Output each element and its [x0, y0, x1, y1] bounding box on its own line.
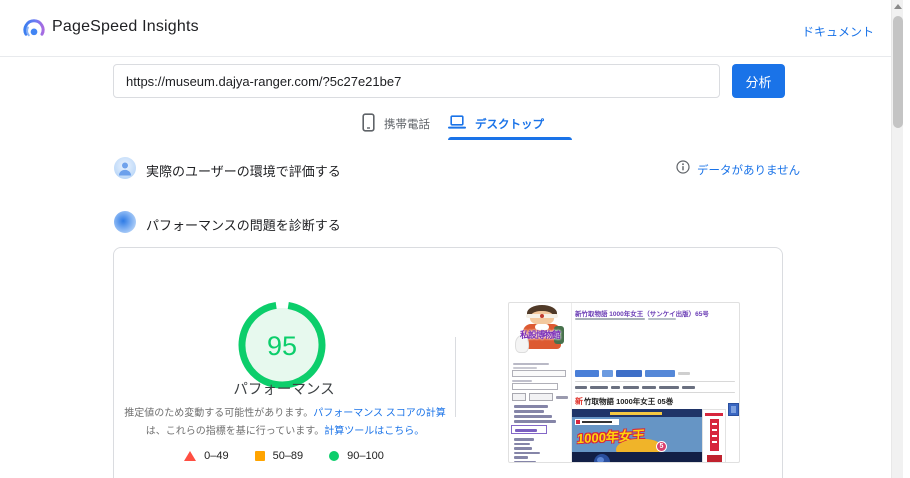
share-button[interactable] — [602, 370, 613, 377]
legend-range-pass: 90–100 — [347, 450, 384, 462]
tag-line — [659, 386, 679, 389]
no-data-link[interactable]: データがありません — [697, 162, 800, 178]
text-line — [512, 380, 532, 382]
tab-desktop-underline — [448, 137, 572, 140]
smartphone-icon — [362, 113, 375, 135]
legend-item-fail: 0–49 — [184, 450, 229, 462]
score-disclaimer: 推定値のため変動する可能性があります。パフォーマンス スコアの計算は、これらの指… — [122, 405, 448, 440]
scrollbar[interactable] — [891, 0, 903, 478]
share-button[interactable] — [645, 370, 675, 377]
share-count — [678, 372, 690, 375]
orange-square-icon — [254, 451, 265, 461]
content-divider — [575, 381, 735, 382]
text-line — [513, 366, 537, 369]
sidebar-link-line — [514, 447, 532, 450]
tag-line — [611, 386, 620, 389]
sidebar-link-line — [514, 442, 530, 445]
performance-label: パフォーマンス — [233, 382, 335, 398]
desktop-icon — [448, 115, 466, 133]
comic-spine-image — [702, 409, 726, 462]
cover-volume-badge: 5 — [656, 441, 667, 452]
score-calc-link[interactable]: パフォーマンス スコアの計算 — [313, 408, 446, 419]
post-heading-text: 竹取物語 1000年女王 05巻 — [584, 397, 674, 406]
sidebar-link-line — [514, 438, 534, 441]
breadcrumb-line — [648, 318, 676, 320]
disclaimer-text-1: 推定値のため変動する可能性があります。 — [124, 408, 314, 419]
zoom-stamp-icon — [728, 403, 739, 416]
scrollbar-up-arrow[interactable] — [894, 4, 902, 9]
sidebar-link-line — [514, 456, 528, 459]
green-circle-icon — [329, 451, 340, 461]
tab-desktop[interactable]: デスクトップ — [448, 110, 544, 138]
analyze-button[interactable]: 分析 — [732, 64, 785, 98]
sidebar-link-line — [514, 415, 552, 418]
tab-mobile[interactable]: 携帯電話 — [362, 110, 430, 138]
tab-desktop-label: デスクトップ — [475, 119, 544, 131]
site-screenshot-preview[interactable]: 私設博物館 新竹取物語 1000年女王（サンケイ出版）65号 新竹取物語 100… — [508, 302, 740, 463]
red-triangle-icon — [184, 451, 197, 461]
tag-line — [642, 386, 656, 389]
url-input[interactable] — [113, 64, 720, 98]
tab-mobile-label: 携帯電話 — [384, 119, 430, 131]
preview-post-title[interactable]: 新竹取物語 1000年女王（サンケイ出版）65号 — [575, 308, 735, 318]
site-name-text: 私設博物館 — [519, 330, 561, 340]
legend-range-fail: 0–49 — [204, 450, 229, 462]
info-icon[interactable] — [676, 160, 690, 179]
new-marker: 新 — [575, 397, 583, 406]
app-title: PageSpeed Insights — [52, 18, 199, 35]
performance-score-value: 95 — [267, 331, 297, 361]
content-divider — [575, 392, 735, 393]
legend-item-pass: 90–100 — [329, 450, 384, 462]
sidebar-select[interactable] — [529, 393, 553, 401]
documentation-link[interactable]: ドキュメント — [802, 23, 874, 40]
tag-line — [575, 386, 587, 389]
comic-cover-image: 1000年女王 — [572, 409, 702, 462]
sidebar-link-line — [514, 420, 556, 423]
legend-item-average: 50–89 — [254, 450, 304, 462]
diagnose-title: パフォーマンスの問題を診断する — [146, 218, 341, 233]
legend-range-average: 50–89 — [272, 450, 304, 462]
pagespeed-logo-icon — [21, 16, 47, 42]
sidebar-link-line — [514, 460, 536, 462]
text-line — [556, 396, 568, 399]
share-button[interactable] — [575, 370, 599, 377]
score-legend: 0–49 50–89 90–100 — [113, 450, 455, 462]
sidebar-button[interactable] — [512, 393, 526, 401]
text-line — [513, 363, 549, 365]
header-divider — [0, 56, 898, 57]
calc-tool-link[interactable]: 計算ツールはこちら。 — [324, 426, 424, 437]
sidebar-dropdown[interactable] — [512, 370, 566, 377]
share-button[interactable] — [616, 370, 642, 377]
tag-line — [623, 386, 639, 389]
card-vertical-divider — [455, 337, 456, 417]
tag-line — [590, 386, 608, 389]
scrollbar-thumb[interactable] — [893, 16, 903, 128]
breadcrumb-line — [575, 318, 645, 320]
sidebar-link-line — [514, 405, 548, 408]
tag-line — [682, 386, 695, 389]
sidebar-link-line — [514, 410, 544, 413]
diagnose-icon — [113, 210, 137, 234]
field-data-icon — [113, 156, 137, 180]
disclaimer-text-2: は、これらの指標を基に行っています。 — [145, 425, 325, 437]
sidebar-category-box — [511, 425, 547, 434]
sidebar-search-box[interactable] — [512, 383, 558, 390]
pagespeed-insights-page: PageSpeed Insights ドキュメント 分析 携帯電話 デスクトップ — [0, 0, 910, 478]
sidebar-link-line — [514, 451, 540, 454]
field-data-title: 実際のユーザーの環境で評価する — [146, 164, 341, 179]
preview-post-heading: 新竹取物語 1000年女王 05巻 — [575, 396, 673, 407]
